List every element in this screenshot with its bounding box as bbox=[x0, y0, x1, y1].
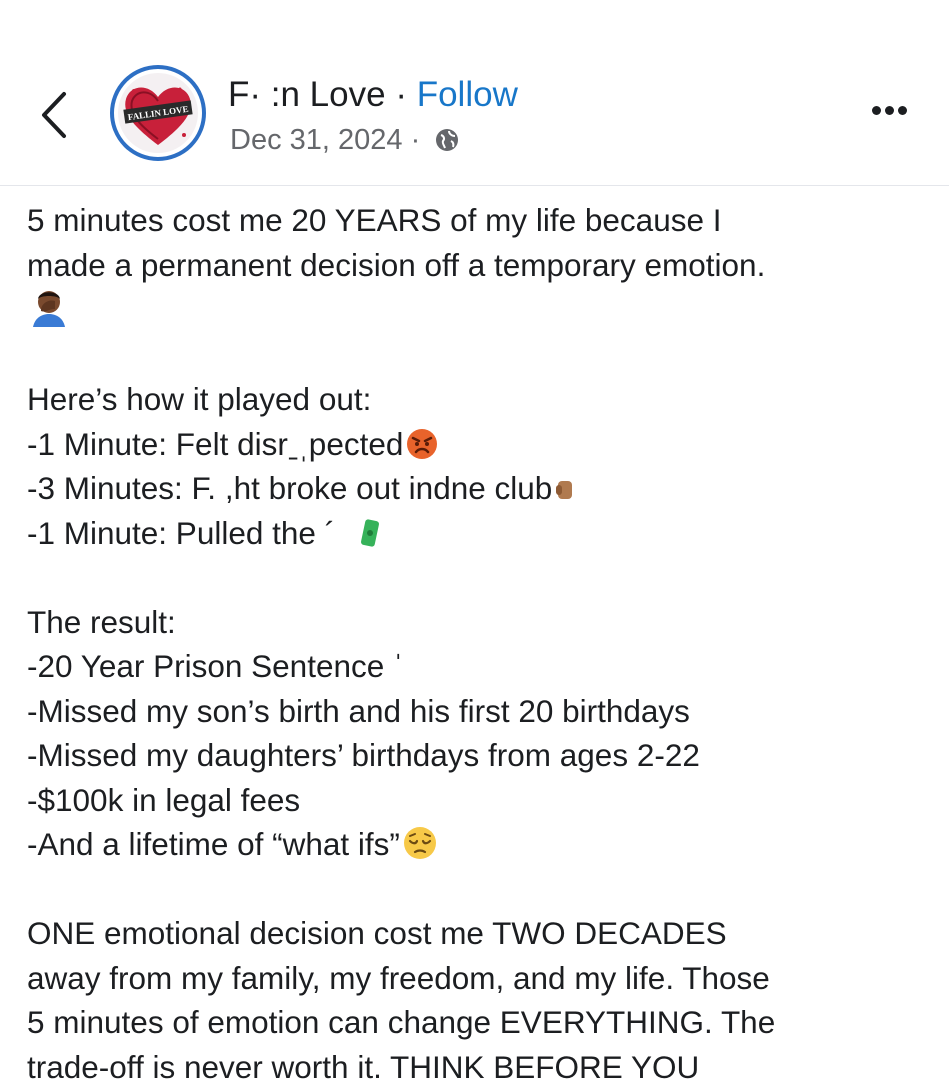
angry-face-emoji bbox=[407, 428, 438, 459]
post-line: -Missed my son’s birth and his first 20 … bbox=[27, 692, 690, 729]
post-line: -1 Minute: Pulled the ´ bbox=[27, 511, 937, 556]
post-meta: Dec 31, 2024 · bbox=[230, 122, 460, 158]
post-text: 5 minutes cost me 20 YEARS of my life be… bbox=[27, 198, 937, 1080]
post-line: -1 Minute: Felt disrˍˌpected bbox=[27, 422, 937, 467]
post-line: The result: bbox=[27, 603, 176, 640]
back-button[interactable] bbox=[30, 80, 80, 150]
globe-icon bbox=[436, 129, 459, 151]
more-options-icon bbox=[872, 106, 881, 115]
follow-button[interactable]: Follow bbox=[417, 75, 518, 114]
post-line: 5 minutes of emotion can change EVERYTHI… bbox=[27, 1004, 776, 1040]
post-line: Here’s how it played out: bbox=[27, 381, 372, 417]
more-options-button[interactable] bbox=[872, 102, 922, 126]
pensive-face-emoji bbox=[403, 827, 436, 859]
post-line: -20 Year Prison Sentence ˈ bbox=[27, 648, 404, 684]
page-name-line: F· :n Love · Follow bbox=[228, 75, 518, 115]
page-avatar[interactable]: FALLIN LOVE bbox=[110, 65, 206, 161]
post-header: FALLIN LOVE F· :n Love · Follow Dec 31, … bbox=[0, 50, 949, 186]
post-line: -$100k in legal fees bbox=[27, 781, 301, 818]
post-line: -Missed my daughters’ birthdays from age… bbox=[27, 737, 700, 773]
post-line: -3 Minutes: F. ,ht broke out indne club bbox=[27, 466, 937, 511]
date-separator: · bbox=[410, 124, 421, 156]
post-line: made a permanent decision off a temporar… bbox=[27, 246, 766, 283]
post-line: away from my family, my freedom, and my … bbox=[27, 959, 770, 996]
fist-emoji bbox=[556, 481, 573, 499]
post-page: FALLIN LOVE F· :n Love · Follow Dec 31, … bbox=[0, 0, 949, 1080]
post-line: -And a lifetime of “what ifs” bbox=[27, 822, 937, 867]
name-separator: · bbox=[395, 75, 407, 114]
heart-logo: FALLIN LOVE bbox=[118, 73, 198, 153]
post-date[interactable]: Dec 31, 2024 bbox=[230, 124, 403, 156]
post-line: ONE emotional decision cost me TWO DECAD… bbox=[27, 915, 727, 951]
post-line: trade-off is never worth it. THINK BEFOR… bbox=[27, 1048, 700, 1080]
money-emoji bbox=[361, 518, 380, 547]
man-facepalming-emoji bbox=[33, 291, 65, 327]
chevron-left-icon bbox=[42, 92, 66, 138]
post-line bbox=[27, 287, 937, 333]
page-name[interactable]: F· :n Love bbox=[228, 75, 386, 114]
post-line: 5 minutes cost me 20 YEARS of my life be… bbox=[27, 202, 722, 238]
